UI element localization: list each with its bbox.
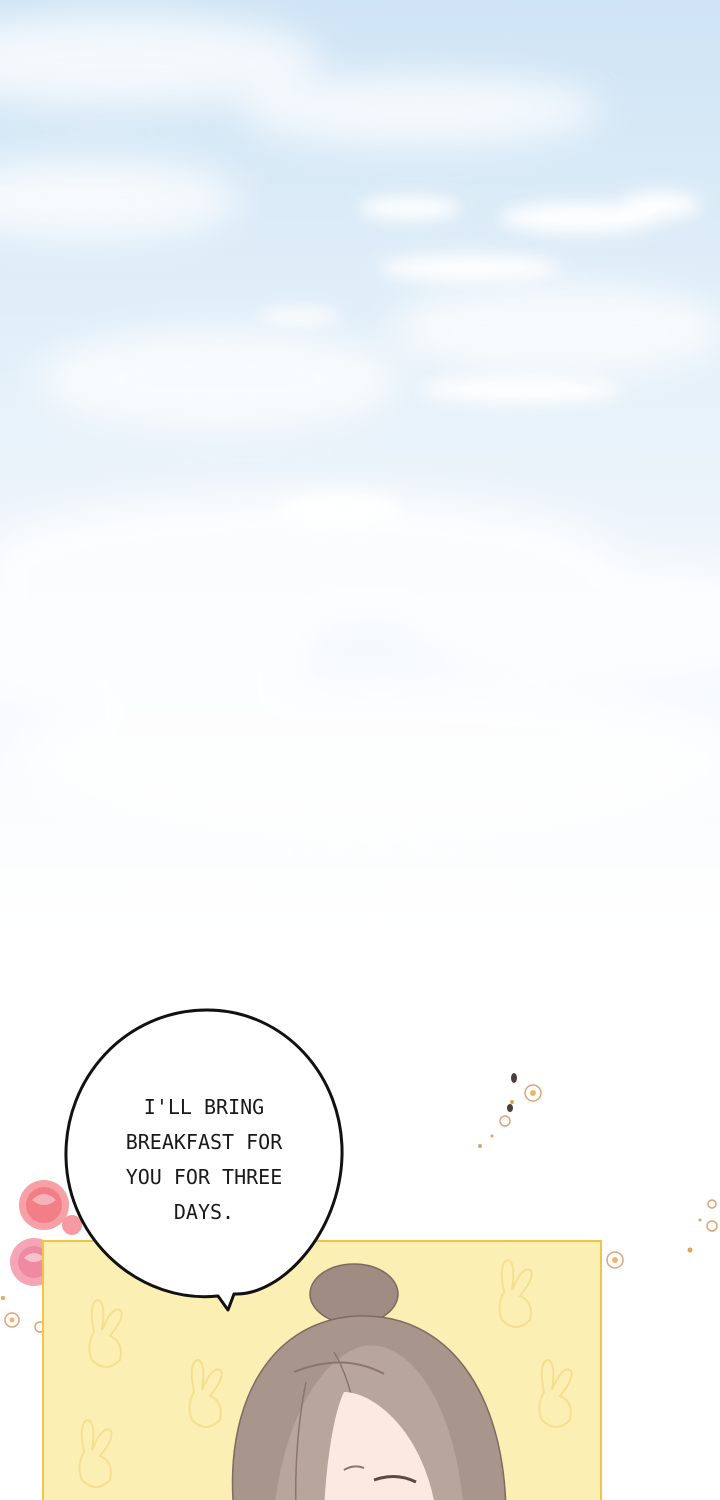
sky-background <box>0 15 720 840</box>
speech-bubble: I'LL BRING BREAKFAST FOR YOU FOR THREE D… <box>62 1006 352 1316</box>
speech-line: I'LL BRING <box>143 1095 265 1119</box>
comic-page: I'LL BRING BREAKFAST FOR YOU FOR THREE D… <box>0 0 720 1500</box>
speech-bubble-text: I'LL BRING BREAKFAST FOR YOU FOR THREE D… <box>92 1090 316 1230</box>
speech-line: BREAKFAST FOR <box>125 1130 283 1154</box>
cloud-layer <box>0 15 720 840</box>
speech-line: YOU FOR THREE <box>125 1165 283 1189</box>
speech-line: DAYS. <box>173 1200 235 1224</box>
